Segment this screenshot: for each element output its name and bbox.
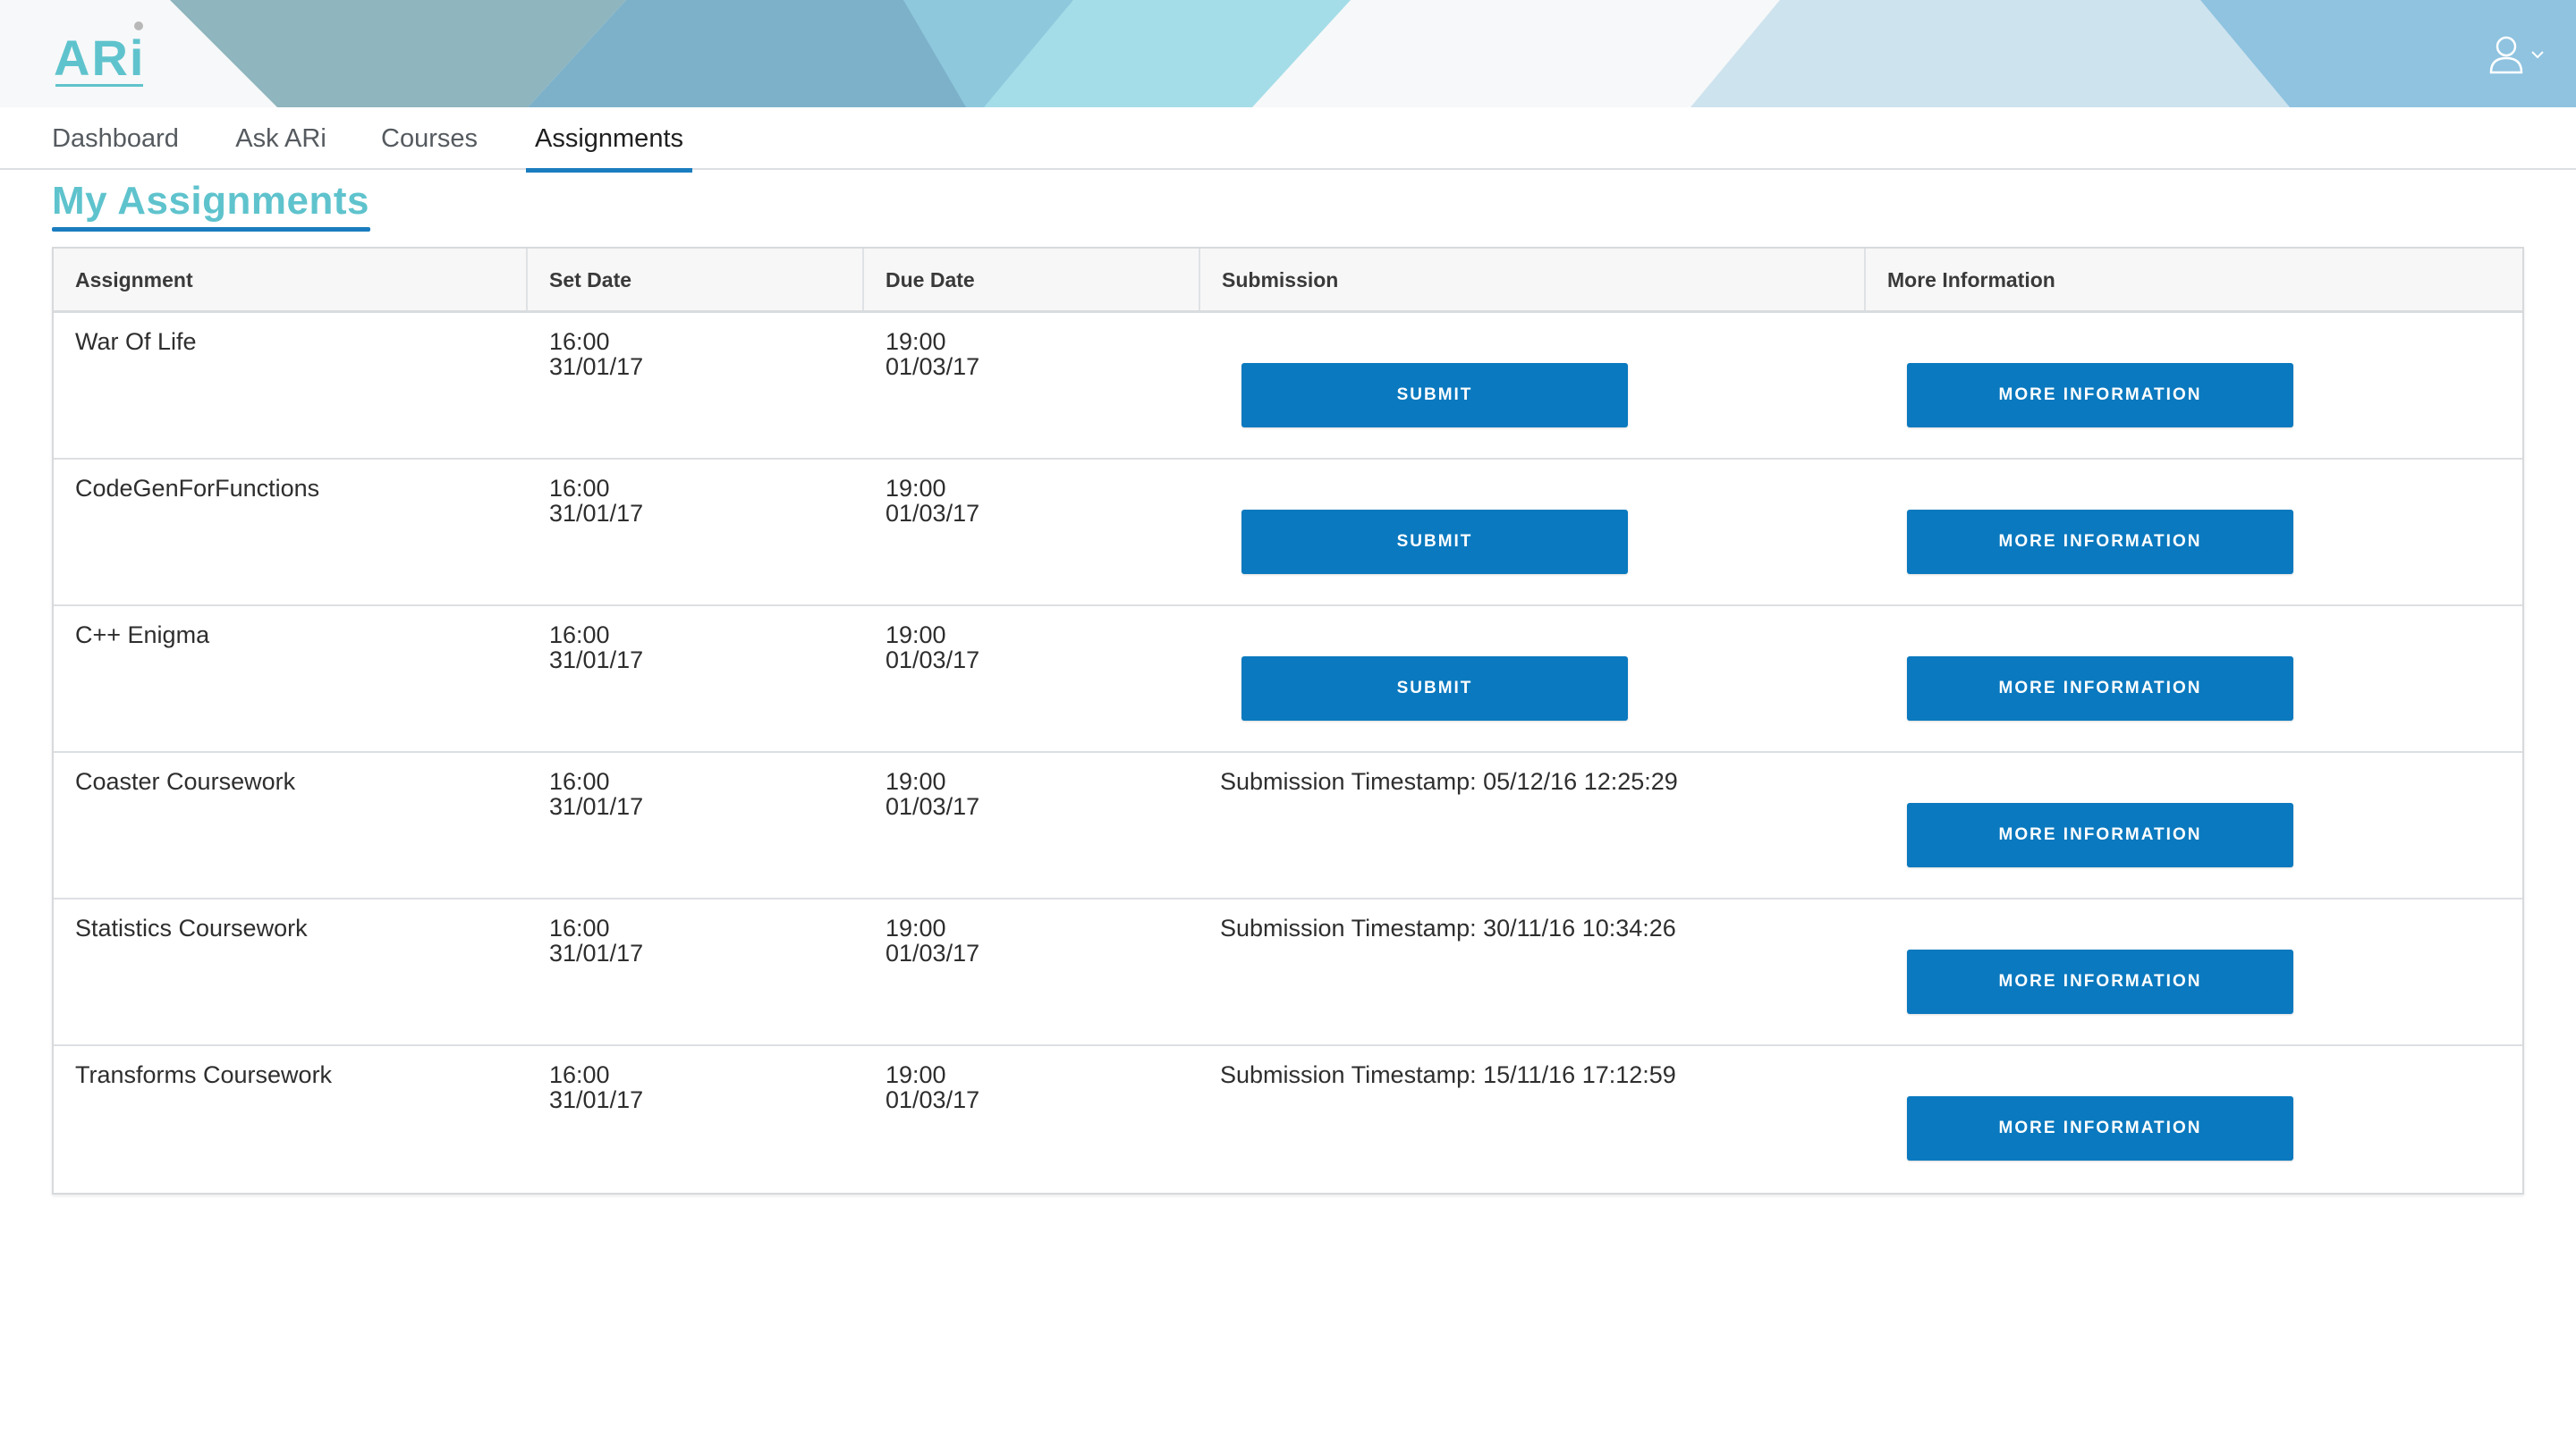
tab-dashboard[interactable]: Dashboard bbox=[48, 107, 182, 170]
title-underline bbox=[52, 227, 370, 232]
user-menu[interactable] bbox=[2488, 32, 2551, 77]
set-date: 16:00 31/01/17 bbox=[549, 1061, 644, 1113]
due-date: 19:00 01/03/17 bbox=[886, 915, 980, 967]
tab-courses[interactable]: Courses bbox=[380, 107, 479, 170]
due-date: 19:00 01/03/17 bbox=[886, 328, 980, 380]
column-header-more-information: More Information bbox=[1864, 249, 2522, 310]
table-row: CodeGenForFunctions 16:00 31/01/17 19:00 0… bbox=[54, 460, 2522, 606]
due-date: 19:00 01/03/17 bbox=[886, 621, 980, 673]
submit-button[interactable]: SUBMIT bbox=[1241, 656, 1628, 721]
more-information-button[interactable]: MORE INFORMATION bbox=[1907, 803, 2293, 867]
user-icon bbox=[2489, 36, 2523, 74]
submission-timestamp: Submission Timestamp: 05/12/16 12:25:29 bbox=[1220, 768, 1678, 795]
column-header-submission: Submission bbox=[1199, 249, 1864, 310]
assignment-name: Transforms Coursework bbox=[75, 1061, 333, 1088]
more-information-button[interactable]: MORE INFORMATION bbox=[1907, 656, 2293, 721]
table-row: C++ Enigma 16:00 31/01/17 19:00 01/03/17 S… bbox=[54, 606, 2522, 753]
more-information-button[interactable]: MORE INFORMATION bbox=[1907, 363, 2293, 427]
banner-pattern bbox=[170, 0, 2576, 107]
set-date: 16:00 31/01/17 bbox=[549, 621, 644, 673]
svg-text:ARi: ARi bbox=[54, 30, 145, 86]
table-row: Statistics Coursework 16:00 31/01/17 19:0… bbox=[54, 900, 2522, 1046]
submit-button[interactable]: SUBMIT bbox=[1241, 363, 1628, 427]
set-date: 16:00 31/01/17 bbox=[549, 328, 644, 380]
submission-timestamp: Submission Timestamp: 15/11/16 17:12:59 bbox=[1220, 1061, 1676, 1088]
ari-logo[interactable]: ARi bbox=[52, 20, 150, 91]
table-header: Assignment Set Date Due Date Submission … bbox=[54, 249, 2522, 313]
assignment-name: CodeGenForFunctions bbox=[75, 475, 320, 502]
due-date: 19:00 01/03/17 bbox=[886, 475, 980, 527]
more-information-button[interactable]: MORE INFORMATION bbox=[1907, 510, 2293, 574]
assignment-name: War Of Life bbox=[75, 328, 197, 355]
due-date: 19:00 01/03/17 bbox=[886, 1061, 980, 1113]
header-banner: ARi bbox=[0, 0, 2576, 107]
set-date: 16:00 31/01/17 bbox=[549, 768, 644, 820]
main-nav: Dashboard Ask ARi Courses Assignments bbox=[0, 107, 2576, 173]
table-row: Coaster Coursework 16:00 31/01/17 19:00 01… bbox=[54, 753, 2522, 900]
column-header-due-date: Due Date bbox=[862, 249, 1199, 310]
assignment-name: Statistics Coursework bbox=[75, 915, 308, 942]
chevron-down-icon bbox=[2531, 51, 2544, 59]
submit-button[interactable]: SUBMIT bbox=[1241, 510, 1628, 574]
column-header-assignment: Assignment bbox=[75, 268, 193, 291]
column-header-set-date: Set Date bbox=[526, 249, 862, 310]
table-row: War Of Life 16:00 31/01/17 19:00 01/03/17 … bbox=[54, 313, 2522, 460]
set-date: 16:00 31/01/17 bbox=[549, 475, 644, 527]
assignment-name: C++ Enigma bbox=[75, 621, 210, 648]
table-row: Transforms Coursework 16:00 31/01/17 19:0… bbox=[54, 1046, 2522, 1193]
page-title: My Assignments bbox=[52, 179, 370, 223]
assignments-table: Assignment Set Date Due Date Submission … bbox=[52, 247, 2524, 1195]
tab-assignments[interactable]: Assignments bbox=[526, 107, 692, 173]
submission-timestamp: Submission Timestamp: 30/11/16 10:34:26 bbox=[1220, 915, 1676, 942]
due-date: 19:00 01/03/17 bbox=[886, 768, 980, 820]
assignment-name: Coaster Coursework bbox=[75, 768, 296, 795]
set-date: 16:00 31/01/17 bbox=[549, 915, 644, 967]
more-information-button[interactable]: MORE INFORMATION bbox=[1907, 1096, 2293, 1161]
tab-ask-ari[interactable]: Ask ARi bbox=[234, 107, 327, 170]
more-information-button[interactable]: MORE INFORMATION bbox=[1907, 950, 2293, 1014]
